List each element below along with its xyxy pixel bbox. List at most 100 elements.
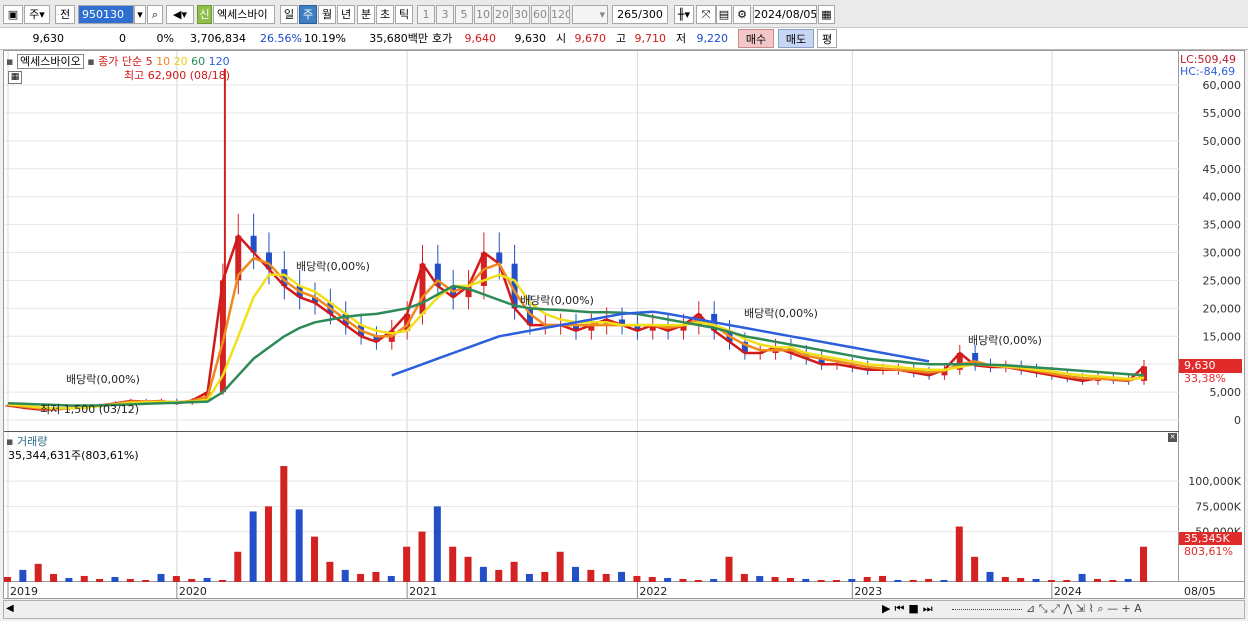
- volume-bar: [280, 466, 288, 582]
- zoom-track[interactable]: [952, 609, 1022, 612]
- hc-label: HC:-84,69: [1180, 65, 1236, 78]
- tab-minute[interactable]: 분: [357, 5, 375, 24]
- date-field[interactable]: 2024/08/05: [753, 5, 817, 24]
- volume-bar: [464, 556, 472, 582]
- volume-bar: [326, 561, 334, 582]
- jeon-button[interactable]: 전: [55, 5, 75, 24]
- tab-second[interactable]: 초: [376, 5, 394, 24]
- turnover-percent: 26.56%: [260, 32, 302, 45]
- current-price-badge: 9,630: [1179, 359, 1242, 373]
- interval-10[interactable]: 10: [474, 5, 492, 24]
- interval-120[interactable]: 120: [550, 5, 570, 24]
- count-field[interactable]: 265/300: [612, 5, 668, 24]
- time-label-end: 08/05: [1184, 585, 1216, 598]
- volume-bar: [572, 566, 579, 582]
- price-tick-label: 50,000: [1203, 135, 1242, 148]
- tab-tick[interactable]: 틱: [395, 5, 413, 24]
- volume-value: 3,706,834: [190, 32, 246, 45]
- tools-icon[interactable]: ⤧: [696, 5, 716, 24]
- volume-bar: [556, 551, 564, 582]
- interval-custom-select[interactable]: ▾: [572, 5, 608, 24]
- close-panel-icon[interactable]: ✕: [1168, 433, 1177, 442]
- open-price: 9,670: [574, 32, 607, 45]
- volume-bar: [418, 531, 426, 582]
- volume-bar: [357, 573, 365, 582]
- calendar-icon[interactable]: ▦: [818, 5, 835, 24]
- time-label: 2020: [179, 585, 207, 598]
- volume-bar: [264, 506, 272, 582]
- interval-20[interactable]: 20: [493, 5, 511, 24]
- save-icon[interactable]: ▤: [716, 5, 732, 24]
- tab-month[interactable]: 월: [318, 5, 336, 24]
- interval-30[interactable]: 30: [512, 5, 530, 24]
- volume-bar: [525, 573, 533, 582]
- volume-bar: [19, 569, 27, 582]
- volume-bar: [740, 573, 748, 582]
- volume-tick-label: 100,000K: [1188, 475, 1241, 488]
- stock-code-value: 950130: [82, 8, 124, 21]
- interval-5[interactable]: 5: [455, 5, 473, 24]
- legend-stock-name[interactable]: 엑세스바이오: [16, 54, 84, 69]
- chart-area[interactable]: ▪ 엑세스바이오 ▪ 종가 단순 5 10 20 60 120 ▦ 최고 62,…: [3, 50, 1180, 583]
- window-menu-icon[interactable]: ▣: [3, 5, 23, 24]
- volume-bar: [295, 509, 303, 582]
- volume-tick-label: 75,000K: [1195, 500, 1241, 513]
- grid-toggle-icon[interactable]: ▦: [8, 71, 22, 84]
- price-tick-label: 60,000: [1203, 79, 1242, 92]
- volume-bar: [602, 573, 610, 582]
- panel-divider: [4, 431, 1180, 432]
- legend-square-icon: ▪: [6, 55, 14, 68]
- code-dropdown-icon[interactable]: ▾: [134, 5, 146, 24]
- price-tick-label: 20,000: [1203, 302, 1242, 315]
- price-volume-chart[interactable]: [4, 51, 1180, 583]
- low-annotation: 최저 1,500 (03/12): [40, 403, 140, 416]
- stock-code-input[interactable]: 950130: [78, 5, 134, 24]
- playback-controls[interactable]: ▶⏮■⏭: [882, 602, 937, 616]
- price-tick-label: 35,000: [1203, 219, 1242, 232]
- scroll-left-icon[interactable]: ◀: [6, 603, 14, 614]
- jeon-label: 전: [59, 8, 71, 21]
- amount-value: 35,680백만: [369, 32, 428, 45]
- candle-type-icon[interactable]: ╫▾: [674, 5, 694, 24]
- speaker-icon[interactable]: ◀▾: [166, 5, 194, 24]
- volume-bar: [433, 506, 441, 582]
- new-badge: 신: [197, 5, 212, 24]
- interval-60[interactable]: 60: [531, 5, 549, 24]
- volume-bar: [541, 571, 549, 582]
- settings-gear-icon[interactable]: ⚙: [733, 5, 751, 24]
- change-percent: 0%: [156, 32, 174, 45]
- period-select[interactable]: 주▾: [24, 5, 50, 24]
- stock-name-field: 엑세스바이: [213, 5, 275, 24]
- interval-3[interactable]: 3: [436, 5, 454, 24]
- buy-button[interactable]: 매수: [738, 29, 774, 48]
- price-tick-label: 40,000: [1203, 191, 1242, 204]
- dividend-label-1: 배당락(0,00%): [66, 373, 140, 386]
- sell-button[interactable]: 매도: [778, 29, 814, 48]
- price-tick-label: 15,000: [1203, 330, 1242, 343]
- volume-bar: [587, 569, 595, 582]
- price-axis[interactable]: 60,000 55,000 50,000 45,000 40,000 35,000 30,0…: [1179, 50, 1245, 582]
- volume-bar: [495, 569, 503, 582]
- volume-pct-label: 803,61%: [1184, 545, 1233, 558]
- high-price: 9,710: [634, 32, 667, 45]
- search-icon[interactable]: ⌕: [147, 5, 163, 24]
- tab-week[interactable]: 주: [299, 5, 317, 24]
- low-label: 저: [676, 32, 687, 45]
- volume-bar: [479, 566, 487, 582]
- time-label: 2022: [639, 585, 667, 598]
- avg-button[interactable]: 평: [817, 29, 837, 48]
- chart-scrollbar[interactable]: ◀ ▶⏮■⏭ ⊿ ⤡ ⤢ ⋀ ⇲ ⌇ ⌕ — + A: [3, 600, 1245, 619]
- axis-svg: 60,000 55,000 50,000 45,000 40,000 35,000 30,0…: [1188, 79, 1242, 539]
- period-select-value: 주: [29, 8, 40, 21]
- dividend-label-2: 배당락(0,00%): [296, 260, 370, 273]
- price-tick-label: 5,000: [1210, 386, 1242, 399]
- drawing-tools[interactable]: ⊿ ⤡ ⤢ ⋀ ⇲ ⌇ ⌕ — + A: [1026, 602, 1142, 616]
- time-label: 2021: [409, 585, 437, 598]
- volume-bar: [341, 569, 349, 582]
- tab-day[interactable]: 일: [280, 5, 298, 24]
- legend-square-icon: ▪: [87, 55, 95, 68]
- time-axis: 2019 2020 2021 2022 2023 2024 08/05: [3, 582, 1245, 599]
- volume-bar: [34, 563, 42, 582]
- tab-year[interactable]: 년: [337, 5, 355, 24]
- interval-1[interactable]: 1: [417, 5, 435, 24]
